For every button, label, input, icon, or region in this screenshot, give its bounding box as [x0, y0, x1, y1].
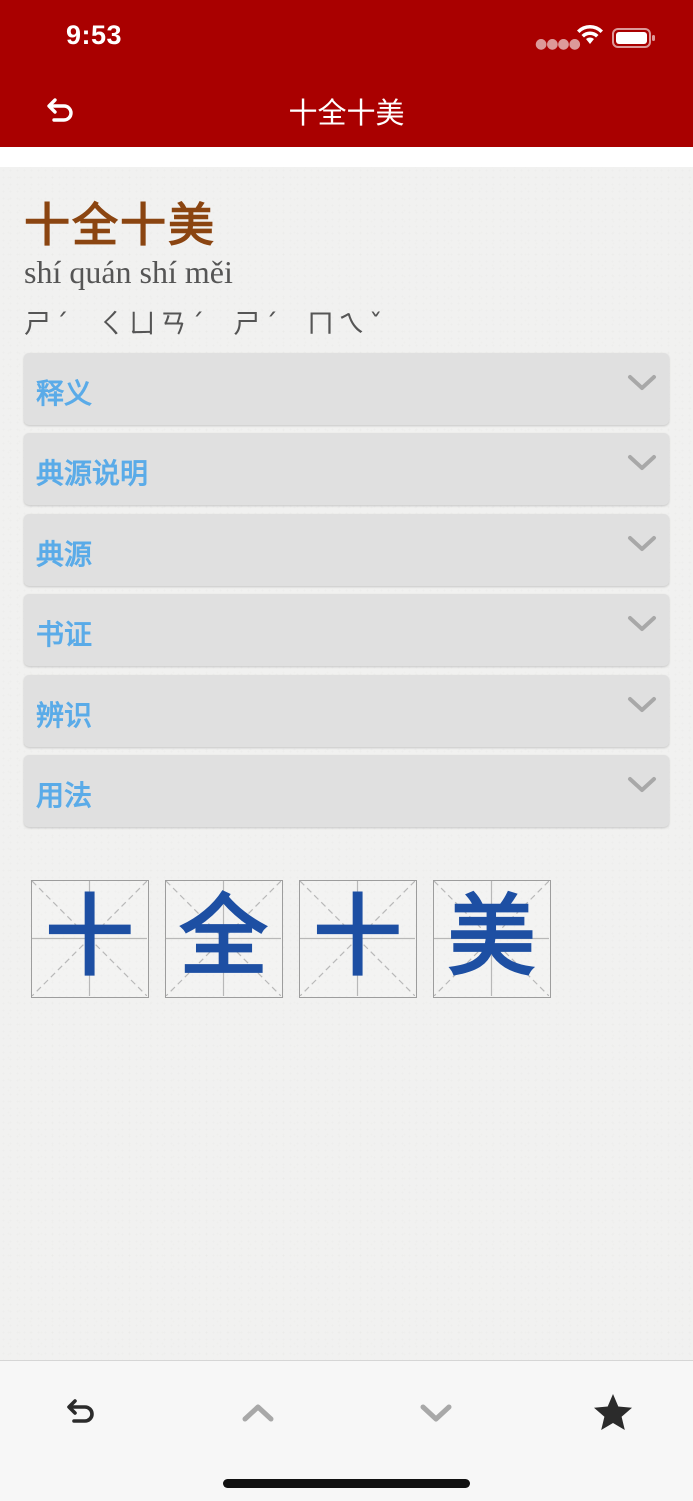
- chevron-down-icon: [628, 375, 656, 390]
- bottom-toolbar: [0, 1360, 693, 1501]
- chevron-down-icon: [628, 697, 656, 712]
- idiom-title: 十全十美: [24, 198, 216, 252]
- wifi-icon: [577, 24, 603, 44]
- section-source-explanation[interactable]: 典源说明: [24, 433, 669, 505]
- battery-icon: [612, 28, 655, 48]
- home-indicator: [223, 1479, 470, 1488]
- character-grid-cell[interactable]: 十: [31, 880, 149, 998]
- header-bar: 9:53 ●●●● 十全十美: [0, 0, 693, 147]
- back-arrow-icon[interactable]: [58, 1391, 102, 1435]
- section-distinction[interactable]: 辨识: [24, 675, 669, 747]
- character-grid-cell[interactable]: 美: [433, 880, 551, 998]
- character-grid-cell[interactable]: 全: [165, 880, 283, 998]
- chevron-down-icon[interactable]: [414, 1391, 458, 1435]
- section-label: 辨识: [36, 699, 93, 732]
- section-label: 释义: [36, 377, 93, 410]
- pinyin-text: shí quán shí měi: [24, 254, 233, 290]
- page-title: 十全十美: [288, 96, 405, 130]
- grid-character: 十: [313, 885, 402, 988]
- section-citations[interactable]: 书证: [24, 594, 669, 666]
- chevron-down-icon: [628, 616, 656, 631]
- grid-character: 全: [179, 885, 268, 988]
- chevron-down-icon: [628, 455, 656, 470]
- section-label: 典源: [36, 538, 93, 571]
- grid-character: 美: [447, 885, 536, 988]
- section-label: 书证: [36, 618, 93, 651]
- section-source[interactable]: 典源: [24, 514, 669, 586]
- section-label: 用法: [36, 779, 93, 812]
- chevron-down-icon: [628, 777, 656, 792]
- signal-icon: ●●●●: [535, 36, 581, 52]
- section-label: 典源说明: [36, 457, 149, 490]
- star-icon[interactable]: [591, 1391, 635, 1435]
- chevron-down-icon: [628, 536, 656, 551]
- chevron-up-icon[interactable]: [236, 1391, 280, 1435]
- section-definition[interactable]: 释义: [24, 353, 669, 425]
- grid-character: 十: [45, 885, 134, 988]
- entry-content: 十全十美 shí quán shí měi ㄕˊ ㄑㄩㄢˊ ㄕˊ ㄇㄟˇ 释义 …: [0, 167, 693, 1360]
- zhuyin-text: ㄕˊ ㄑㄩㄢˊ ㄕˊ ㄇㄟˇ: [24, 309, 387, 340]
- character-grid-cell[interactable]: 十: [299, 880, 417, 998]
- status-time: 9:53: [66, 20, 123, 50]
- header-divider: [0, 147, 693, 167]
- section-usage[interactable]: 用法: [24, 755, 669, 827]
